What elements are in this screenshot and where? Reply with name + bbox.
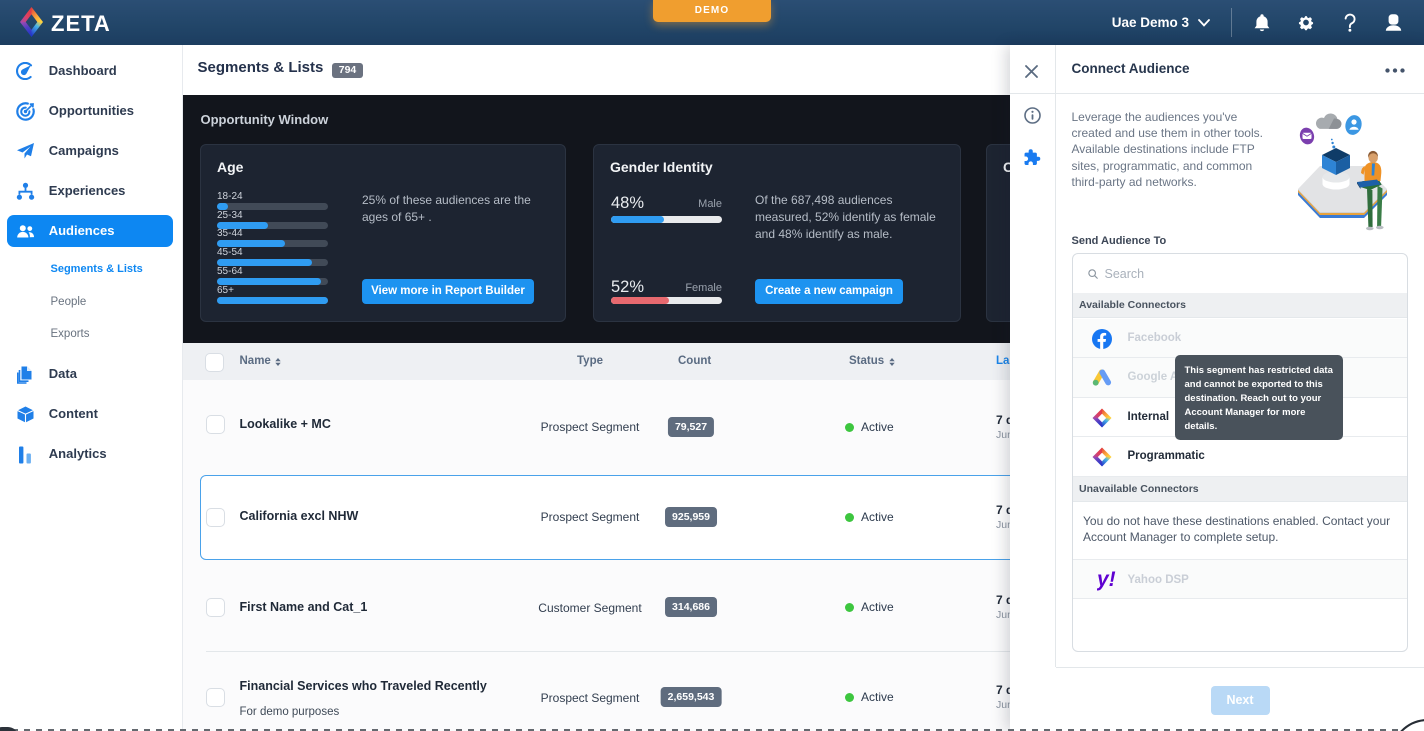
- svg-text:y!: y!: [1097, 568, 1116, 591]
